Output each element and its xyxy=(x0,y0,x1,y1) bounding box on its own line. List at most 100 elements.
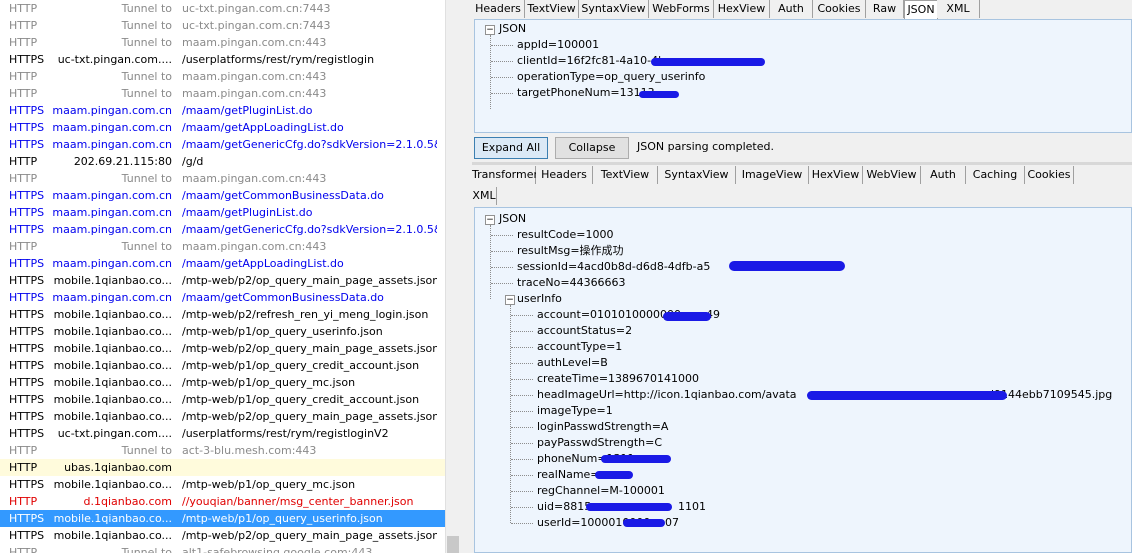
json-node: appId=100001 xyxy=(517,38,600,51)
session-row[interactable]: HTTP Tunnel to maam.pingan.com.cn:443 xyxy=(0,238,445,255)
session-row[interactable]: HTTP 202.69.21.115:80/g/d xyxy=(0,153,445,170)
session-url: /maam/getPluginList.do xyxy=(182,104,313,117)
session-row[interactable]: HTTPS mobile.1qianbao.co.../mtp-web/p2/re… xyxy=(0,306,445,323)
tab-auth[interactable]: Auth xyxy=(770,0,813,18)
session-row[interactable]: HTTP Tunnel to maam.pingan.com.cn:443 xyxy=(0,68,445,85)
session-row[interactable]: HTTPS mobile.1qianbao.co.../mtp-web/p2/op… xyxy=(0,340,445,357)
session-row[interactable]: HTTPS uc-txt.pingan.com..../userplatforms… xyxy=(0,51,445,68)
tab-xml[interactable]: XML xyxy=(937,0,980,18)
session-row[interactable]: HTTP Tunnel to alt1-safebrowsing.google.co… xyxy=(0,544,445,553)
tree-guide xyxy=(511,507,533,508)
horizontal-splitter[interactable] xyxy=(472,162,1132,165)
session-row[interactable]: HTTPS mobile.1qianbao.co.../mtp-web/p1/op… xyxy=(0,374,445,391)
session-row[interactable]: HTTP ubas.1qianbao.com xyxy=(0,459,445,476)
session-row[interactable]: HTTP Tunnel to maam.pingan.com.cn:443 xyxy=(0,85,445,102)
session-host: mobile.1qianbao.co... xyxy=(53,376,172,389)
tab-headers[interactable]: Headers xyxy=(472,0,525,18)
json-root-node: JSON xyxy=(499,22,527,35)
session-row[interactable]: HTTP Tunnel to maam.pingan.com.cn:443 xyxy=(0,34,445,51)
session-row[interactable]: HTTPS maam.pingan.com.cn/maam/getGenericC… xyxy=(0,136,445,153)
expand-toggle-icon[interactable]: − xyxy=(485,25,495,35)
tab-cookies[interactable]: Cookies xyxy=(1025,166,1074,184)
session-url: maam.pingan.com.cn:443 xyxy=(182,240,327,253)
tab-cookies[interactable]: Cookies xyxy=(813,0,866,18)
session-url: /mtp-web/p1/op_query_userinfo.json xyxy=(182,325,383,338)
tab-webforms[interactable]: WebForms xyxy=(649,0,714,18)
session-row[interactable]: HTTP Tunnel to maam.pingan.com.cn:443 xyxy=(0,170,445,187)
tab-hexview[interactable]: HexView xyxy=(714,0,770,18)
tree-guide xyxy=(511,491,533,492)
session-row[interactable]: HTTPS maam.pingan.com.cn/maam/getPluginLi… xyxy=(0,204,445,221)
session-row[interactable]: HTTPS mobile.1qianbao.co.../mtp-web/p1/op… xyxy=(0,357,445,374)
session-row[interactable]: HTTP Tunnel to uc-txt.pingan.com.cn:7443 xyxy=(0,0,445,17)
json-child-node: regChannel=M-100001 xyxy=(537,484,665,497)
session-row[interactable]: HTTPS mobile.1qianbao.co.../mtp-web/p2/op… xyxy=(0,408,445,425)
session-row[interactable]: HTTPS mobile.1qianbao.co.../mtp-web/p1/op… xyxy=(0,476,445,493)
tab-textview[interactable]: TextView xyxy=(593,166,658,184)
tree-guide xyxy=(491,45,513,46)
tab-raw[interactable]: Raw xyxy=(866,0,904,18)
scrollbar-thumb[interactable] xyxy=(447,536,459,553)
json-value-fragment: 1101 xyxy=(678,500,706,513)
session-host: 202.69.21.115:80 xyxy=(73,155,172,168)
session-row[interactable]: HTTPS mobile.1qianbao.co.../mtp-web/p1/op… xyxy=(0,323,445,340)
tab-textview[interactable]: TextView xyxy=(525,0,579,18)
json-node: targetPhoneNum=13113 xyxy=(517,86,655,99)
session-list[interactable]: HTTP Tunnel to uc-txt.pingan.com.cn:7443 HT… xyxy=(0,0,445,553)
tree-guide xyxy=(491,267,513,268)
redaction-mark xyxy=(623,519,665,527)
request-json-panel: − JSON appId=100001 clientId=16f2fc81-4a10-… xyxy=(474,19,1132,133)
session-host: mobile.1qianbao.co... xyxy=(53,410,172,423)
session-url: /mtp-web/p1/op_query_credit_account.json xyxy=(182,359,420,372)
tab-webview[interactable]: WebView xyxy=(863,166,921,184)
session-row[interactable]: HTTP Tunnel to act-3-blu.mesh.com:443 xyxy=(0,442,445,459)
json-group-node: userInfo xyxy=(517,292,562,305)
tab-headers[interactable]: Headers xyxy=(536,166,593,184)
collapse-button[interactable]: Collapse xyxy=(555,137,629,159)
session-row[interactable]: HTTPS mobile.1qianbao.co.../mtp-web/p2/op… xyxy=(0,272,445,289)
session-host: mobile.1qianbao.co... xyxy=(53,308,172,321)
session-row[interactable]: HTTP Tunnel to uc-txt.pingan.com.cn:7443 xyxy=(0,17,445,34)
session-url: alt1-safebrowsing.google.com:443 xyxy=(182,546,373,553)
pane-splitter[interactable] xyxy=(463,0,472,553)
tab-hexview[interactable]: HexView xyxy=(809,166,863,184)
session-host: maam.pingan.com.cn xyxy=(52,138,172,151)
expand-all-button[interactable]: Expand All xyxy=(474,137,548,159)
inspector-pane: Headers TextView SyntaxView WebForms HexView… xyxy=(472,0,1132,553)
session-row[interactable]: HTTPS maam.pingan.com.cn/maam/getAppLoadi… xyxy=(0,119,445,136)
tree-guide xyxy=(511,379,533,380)
tab-syntaxview[interactable]: SyntaxView xyxy=(579,0,649,18)
session-row[interactable]: HTTPS mobile.1qianbao.co.../mtp-web/p1/op… xyxy=(0,510,445,527)
tab-xml[interactable]: XML xyxy=(472,187,497,205)
tab-syntaxview[interactable]: SyntaxView xyxy=(658,166,736,184)
tab-auth[interactable]: Auth xyxy=(921,166,966,184)
response-tab-bar-row2: XML xyxy=(472,187,1132,207)
session-host: Tunnel to xyxy=(121,70,172,83)
collapse-toggle-icon[interactable]: − xyxy=(505,295,515,305)
session-row[interactable]: HTTPS maam.pingan.com.cn/maam/getCommonBu… xyxy=(0,289,445,306)
session-row[interactable]: HTTPS mobile.1qianbao.co.../mtp-web/p1/op… xyxy=(0,391,445,408)
tab-json[interactable]: JSON xyxy=(904,0,938,19)
tab-caching[interactable]: Caching xyxy=(966,166,1025,184)
session-url: /mtp-web/p2/op_query_main_page_assets.js… xyxy=(182,342,437,355)
session-url: //youqian/banner/msg_center_banner.json xyxy=(182,495,414,508)
session-url: /mtp-web/p1/op_query_mc.json xyxy=(182,478,356,491)
session-list-scrollbar[interactable] xyxy=(445,0,463,553)
session-row[interactable]: HTTPS mobile.1qianbao.co.../mtp-web/p2/op… xyxy=(0,527,445,544)
tab-transformer[interactable]: Transformer xyxy=(472,166,538,184)
json-child-node: createTime=1389670141000 xyxy=(537,372,700,385)
session-row[interactable]: HTTP d.1qianbao.com//youqian/banner/msg_c… xyxy=(0,493,445,510)
session-host: maam.pingan.com.cn xyxy=(52,189,172,202)
tree-guide xyxy=(491,61,513,62)
session-host: mobile.1qianbao.co... xyxy=(53,512,172,525)
session-row[interactable]: HTTPS uc-txt.pingan.com..../userplatforms… xyxy=(0,425,445,442)
session-row[interactable]: HTTPS maam.pingan.com.cn/maam/getGenericC… xyxy=(0,221,445,238)
session-row[interactable]: HTTPS maam.pingan.com.cn/maam/getCommonBu… xyxy=(0,187,445,204)
session-url: act-3-blu.mesh.com:443 xyxy=(182,444,317,457)
session-url: uc-txt.pingan.com.cn:7443 xyxy=(182,2,331,15)
session-row[interactable]: HTTPS maam.pingan.com.cn/maam/getAppLoadi… xyxy=(0,255,445,272)
tab-imageview[interactable]: ImageView xyxy=(736,166,809,184)
session-row[interactable]: HTTPS maam.pingan.com.cn/maam/getPluginLi… xyxy=(0,102,445,119)
session-url: /maam/getGenericCfg.do?sdkVersion=2.1.0.… xyxy=(182,223,437,236)
expand-toggle-icon[interactable]: − xyxy=(485,215,495,225)
